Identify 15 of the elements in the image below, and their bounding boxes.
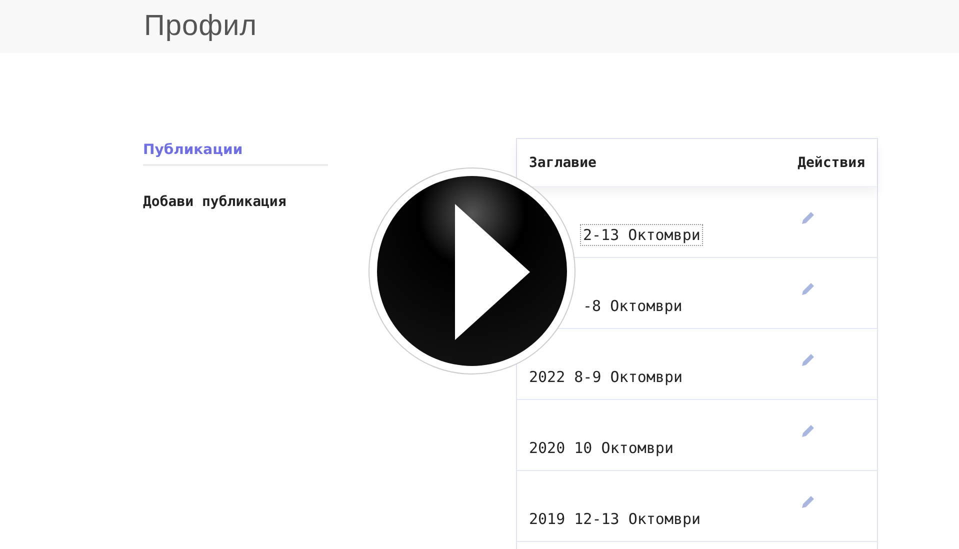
publication-title-link[interactable]: 2022 8-9 Октомври xyxy=(527,367,685,387)
sidebar-link[interactable]: Публикации xyxy=(143,138,328,166)
edit-icon[interactable] xyxy=(799,209,817,227)
edit-icon[interactable] xyxy=(799,351,817,369)
column-header: Заглавие xyxy=(529,154,596,170)
publication-title-link[interactable]: 2019 12-13 Октомври xyxy=(527,509,703,529)
page-title: Профил xyxy=(144,10,258,43)
sidebar-link[interactable]: Добави публикация xyxy=(143,190,328,210)
publication-title-link[interactable]: 2020 10 Октомври xyxy=(527,438,676,458)
column-header: Действия xyxy=(798,154,865,170)
publication-title-link[interactable]: -8 Октомври xyxy=(581,296,684,316)
publication-title-link[interactable]: 2-13 Октомври xyxy=(581,225,702,245)
edit-icon[interactable] xyxy=(799,280,817,298)
edit-icon[interactable] xyxy=(799,493,817,511)
edit-icon[interactable] xyxy=(799,422,817,440)
